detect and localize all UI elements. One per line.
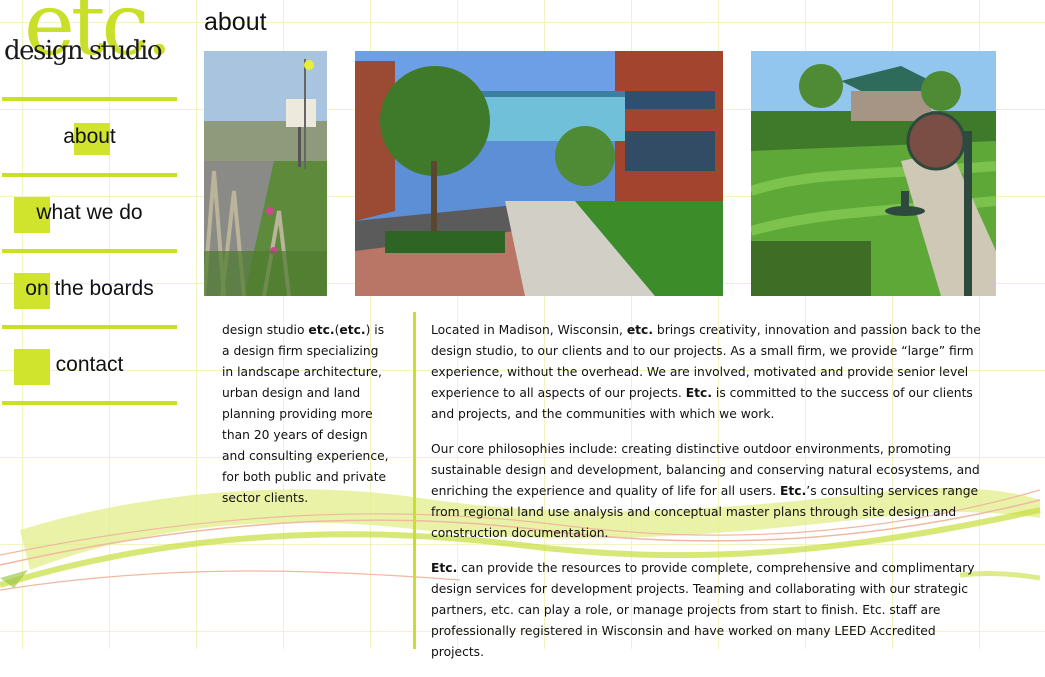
photo-downtown-skywalk [355,51,723,296]
nav-divider [2,401,177,405]
paragraph-philosophies: Our core philosophies include: creating … [431,439,991,544]
paragraph-services: Etc. can provide the resources to provid… [431,558,991,663]
p2-bold-1: Etc. [780,484,807,498]
p1-text-1: Located in Madison, Wisconsin, [431,323,627,337]
logo-subtitle: design studio [4,36,163,66]
p1-bold-1: etc. [626,323,653,337]
nav-label-on-the-boards: on the boards [25,277,154,300]
nav-item-about[interactable]: about [2,101,177,173]
nav-label-what-we-do: what we do [36,201,143,224]
p1-bold-2: Etc. [685,386,713,400]
logo[interactable]: etc. design studio [2,0,180,86]
intro-bold-etc: etc. [339,323,366,337]
photo-street-grasses [204,51,327,296]
nav-highlight-square [14,349,50,385]
main-nav: about what we do on the boards contact [2,97,177,405]
paragraph-location: Located in Madison, Wisconsin, etc. brin… [431,320,991,425]
body-text: Located in Madison, Wisconsin, etc. brin… [431,320,991,677]
p3-text-1: can provide the resources to provide com… [431,561,975,659]
intro-text-1: design studio [222,323,309,337]
nav-item-contact[interactable]: contact [2,329,177,401]
column-divider [413,312,416,649]
intro-text-3: ) is a design firm specializing in lands… [222,323,389,505]
nav-item-what-we-do[interactable]: what we do [2,177,177,249]
nav-label-contact: contact [55,353,124,376]
photo-park-path-lamp [751,51,996,296]
intro-text: design studio etc.(etc.) is a design fir… [222,320,392,509]
p3-bold-1: Etc. [431,561,458,575]
nav-label-about: about [63,125,116,148]
intro-bold-etc: etc. [308,323,335,337]
page-title: about [204,8,267,36]
nav-item-on-the-boards[interactable]: on the boards [2,253,177,325]
